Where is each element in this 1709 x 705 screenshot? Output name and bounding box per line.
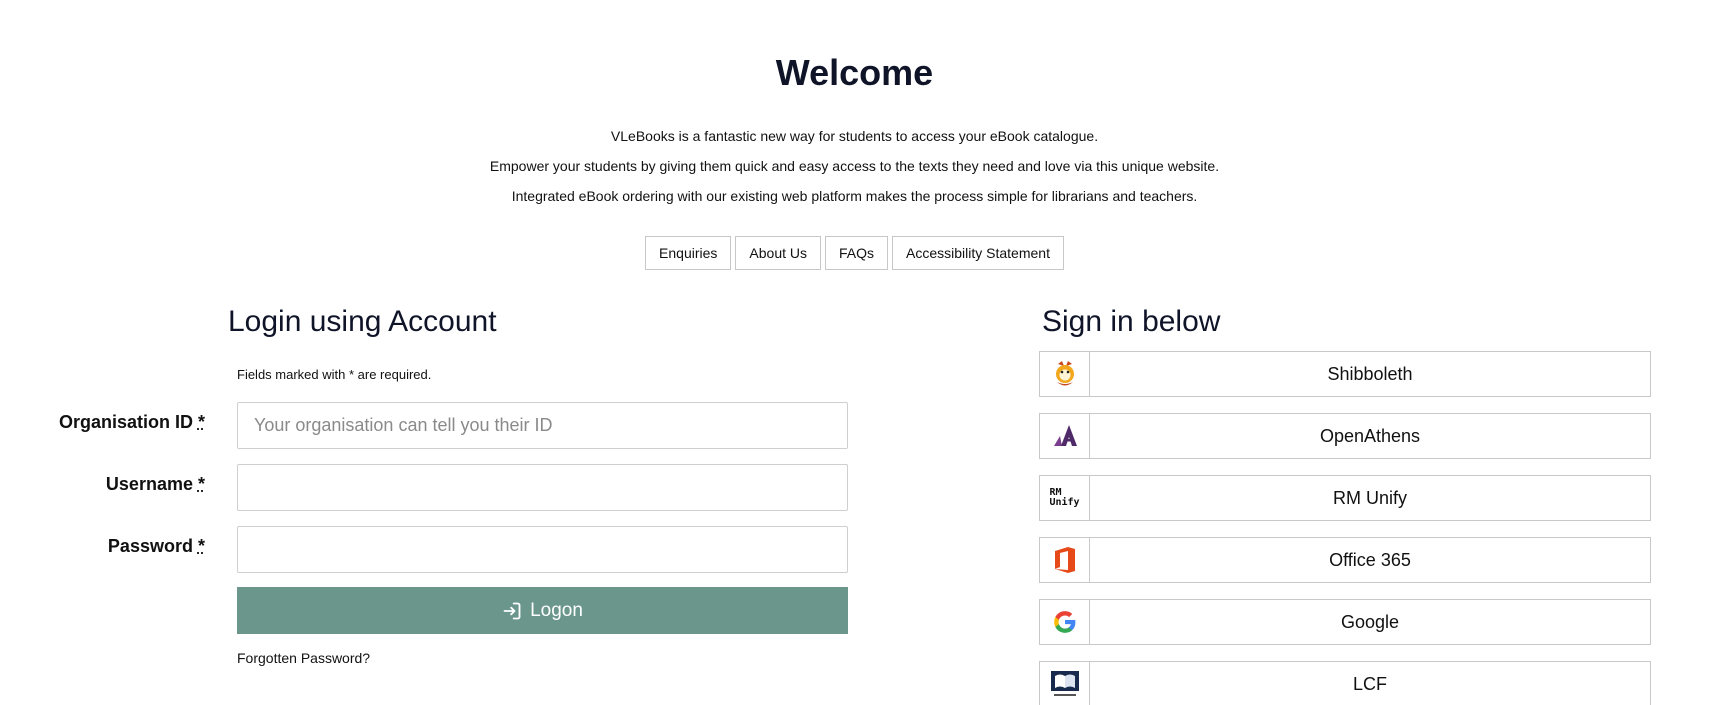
provider-name: Google — [1340, 611, 1400, 632]
provider-name: Shibboleth — [1327, 363, 1413, 384]
required-note: Fields marked with * are required. — [237, 367, 432, 382]
password-label-text: Password — [107, 536, 193, 556]
password-input[interactable] — [237, 526, 848, 573]
about-us-button[interactable]: About Us — [735, 236, 821, 270]
lcf-signin-button[interactable]: LCF — [1039, 661, 1651, 705]
login-arrow-icon — [503, 602, 521, 619]
logon-button[interactable]: Logon — [237, 587, 848, 634]
required-marker: * — [197, 474, 205, 494]
provider-name: OpenAthens — [1319, 425, 1421, 446]
logon-button-label: Logon — [530, 599, 583, 621]
provider-logo — [1040, 414, 1090, 458]
forgotten-password-link[interactable]: Forgotten Password? — [237, 650, 370, 666]
google-signin-button[interactable]: Google — [1039, 599, 1651, 645]
login-heading: Login using Account — [228, 305, 497, 338]
openathens-signin-button[interactable]: OpenAthens — [1039, 413, 1651, 459]
top-nav: Enquiries About Us FAQs Accessibility St… — [0, 236, 1709, 270]
provider-logo — [1040, 600, 1090, 644]
password-label: Password * — [0, 536, 205, 557]
page: Welcome VLeBooks is a fantastic new way … — [0, 0, 1709, 705]
office-365-signin-button[interactable]: Office 365 — [1039, 537, 1651, 583]
rm-unify-signin-button[interactable]: RM Unify RM Unify — [1039, 475, 1651, 521]
provider-logo: RM Unify — [1040, 476, 1090, 520]
enquiries-button[interactable]: Enquiries — [645, 236, 732, 270]
accessibility-statement-button[interactable]: Accessibility Statement — [892, 236, 1064, 270]
organisation-id-input[interactable] — [237, 402, 848, 449]
google-logo-icon — [1053, 611, 1075, 633]
office365-logo-icon — [1054, 547, 1075, 573]
username-label: Username * — [0, 474, 205, 495]
shibboleth-signin-button[interactable]: Shibboleth — [1039, 351, 1651, 397]
username-input[interactable] — [237, 464, 848, 511]
signin-heading: Sign in below — [1042, 305, 1221, 338]
intro-line-1: VLeBooks is a fantastic new way for stud… — [610, 128, 1099, 144]
provider-name: Office 365 — [1329, 549, 1411, 570]
rm-unify-logo-bottom: Unify — [1049, 497, 1080, 508]
provider-name: RM Unify — [1332, 487, 1407, 508]
provider-name: LCF — [1352, 673, 1387, 694]
rm-unify-logo-icon: RM Unify — [1049, 488, 1079, 508]
lcf-logo-icon — [1050, 671, 1079, 696]
provider-logo — [1040, 662, 1090, 705]
welcome-title: Welcome — [775, 52, 934, 93]
intro-line-3: Integrated eBook ordering with our exist… — [511, 188, 1198, 204]
required-marker: * — [197, 536, 205, 556]
organisation-id-label: Organisation ID * — [0, 412, 205, 433]
username-label-text: Username — [105, 474, 193, 494]
faqs-button[interactable]: FAQs — [825, 236, 889, 270]
shibboleth-logo-icon — [1055, 361, 1074, 386]
intro-line-2: Empower your students by giving them qui… — [489, 158, 1220, 174]
required-marker: * — [197, 412, 205, 432]
provider-logo — [1040, 538, 1090, 582]
organisation-id-label-text: Organisation ID — [58, 412, 193, 432]
provider-logo — [1040, 352, 1090, 396]
openathens-logo-icon — [1053, 425, 1077, 446]
